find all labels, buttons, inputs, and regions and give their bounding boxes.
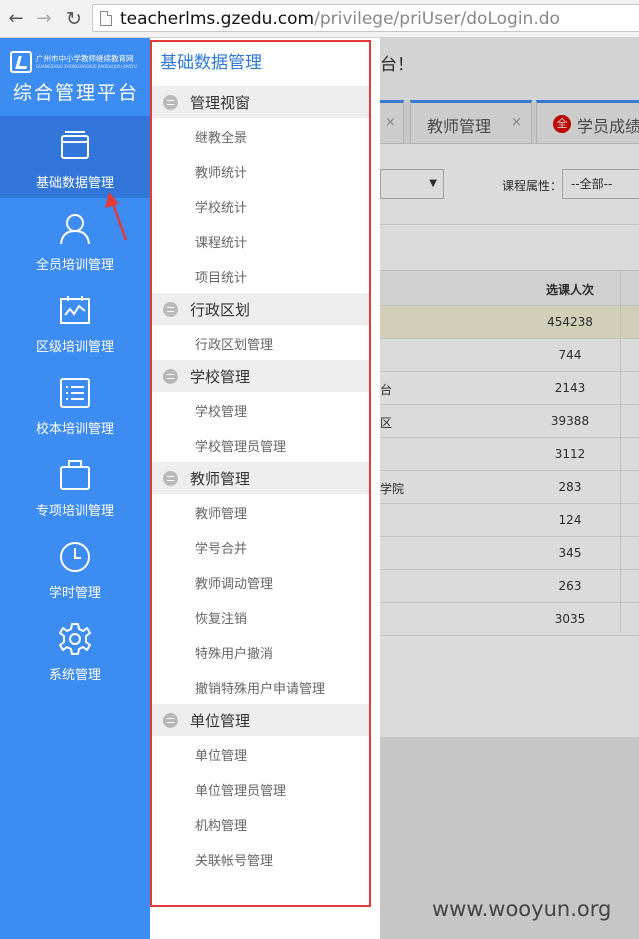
back-arrow-icon[interactable]: ← (4, 7, 28, 31)
page-icon (100, 11, 112, 26)
sidebar-item-label: 系统管理 (48, 668, 101, 683)
url-host: teacherlms.gzedu.com (120, 9, 315, 29)
sidebar-item-special-training[interactable]: 专项培训管理 (0, 444, 150, 526)
sidebar-item-system[interactable]: 系统管理 (0, 608, 150, 690)
browser-toolbar: ← → ↻ teacherlms.gzedu.com/privilege/pri… (0, 0, 639, 38)
sidebar-item-label: 区级培训管理 (35, 340, 114, 355)
clock-icon (60, 542, 90, 572)
url-text: teacherlms.gzedu.com/privilege/priUser/d… (120, 8, 560, 30)
chart-board-icon (60, 296, 90, 324)
logo-subtitle: GUANGZHOU ZHONGXIAOXUE JIAOSHI JIXU JIAO… (36, 64, 137, 69)
annotation-arrow-icon (105, 192, 128, 241)
reload-icon[interactable]: ↻ (62, 7, 86, 31)
site-logo: 广州市中小学教师继续教育网 GUANGZHOU ZHONGXIAOXUE JIA… (10, 50, 137, 74)
logo-title: 广州市中小学教师继续教育网 (36, 54, 134, 63)
sidebar-item-basic-data[interactable]: 基础数据管理 (0, 116, 150, 198)
forward-arrow-icon[interactable]: → (32, 7, 56, 31)
briefcase-icon (60, 460, 90, 490)
platform-title: 综合管理平台 (13, 82, 140, 104)
sidebar-item-label: 校本培训管理 (35, 422, 114, 437)
sidebar-item-credit-hours[interactable]: 学时管理 (0, 526, 150, 608)
sidebar-item-label: 全员培训管理 (35, 258, 114, 273)
gear-icon (59, 623, 91, 655)
logo-icon (10, 51, 32, 73)
sidebar-item-school-training[interactable]: 校本培训管理 (0, 362, 150, 444)
sidebar-item-label: 学时管理 (48, 586, 101, 601)
user-icon (60, 214, 90, 245)
watermark-text: www.wooyun.org (432, 897, 612, 921)
main-sidebar: 广州市中小学教师继续教育网 GUANGZHOU ZHONGXIAOXUE JIA… (0, 38, 150, 939)
sidebar-item-district-training[interactable]: 区级培训管理 (0, 280, 150, 362)
highlight-box (150, 40, 371, 907)
url-path: /privilege/priUser/doLogin.do (314, 9, 560, 29)
address-bar[interactable]: teacherlms.gzedu.com/privilege/priUser/d… (92, 4, 639, 32)
sidebar-item-label: 基础数据管理 (35, 176, 114, 191)
sidebar-item-label: 专项培训管理 (35, 504, 114, 519)
monitor-icon (61, 131, 89, 159)
list-icon (60, 378, 90, 408)
